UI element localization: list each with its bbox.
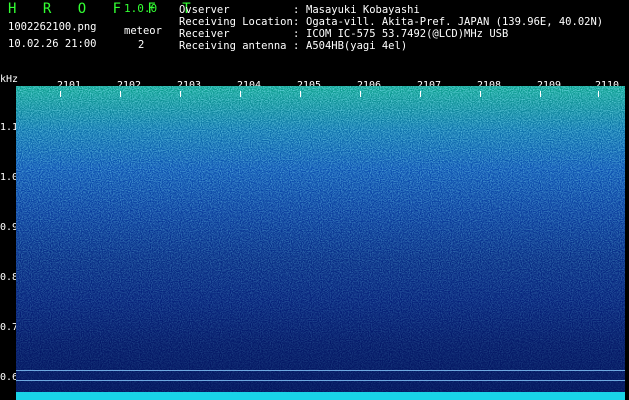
x-tick-mark — [480, 91, 481, 97]
x-tick-mark — [540, 91, 541, 97]
row-label: Receiver — [179, 28, 230, 40]
datetime: 10.02.26 21:00 — [8, 38, 97, 50]
spectrogram-noise — [16, 86, 625, 400]
x-tick-mark — [420, 91, 421, 97]
file-name: 1002262100.png — [8, 21, 97, 33]
spectrogram — [16, 86, 625, 400]
row-sep: : — [293, 40, 300, 52]
x-tick-mark — [598, 91, 599, 97]
x-tick-mark — [360, 91, 361, 97]
app-name: H R O F F T — [8, 1, 200, 17]
x-tick-mark — [240, 91, 241, 97]
location-value: Ogata-vill. Akita-Pref. JAPAN (139.96E, … — [306, 16, 604, 28]
row-label: Receiving antenna — [179, 40, 287, 52]
antenna-value: A504HB(yagi 4el) — [306, 40, 408, 52]
row-sep: : — [293, 4, 300, 16]
x-tick-mark — [300, 91, 301, 97]
x-tick-mark — [60, 91, 61, 97]
app-version: 1.0.0 — [124, 2, 158, 15]
header-panel: H R O F F T 1.0.0 1002262100.png 10.02.2… — [0, 0, 629, 78]
row-sep: : — [293, 16, 300, 28]
row-label: Ovserver — [179, 4, 230, 16]
x-tick-mark — [120, 91, 121, 97]
marker-line — [16, 380, 625, 381]
row-label: Receiving Location — [179, 16, 293, 28]
receiver-value: ICOM IC-575 53.7492(@LCD)MHz USB — [306, 28, 509, 40]
x-tick-mark — [180, 91, 181, 97]
meteor-count: 2 — [138, 39, 145, 51]
baseline-band — [16, 392, 625, 400]
y-axis: 1.1 1.0 0.9 0.8 0.7 0.6 — [0, 78, 18, 400]
meteor-label: meteor — [124, 25, 162, 37]
row-sep: : — [293, 28, 300, 40]
marker-line — [16, 370, 625, 371]
observer-value: Masayuki Kobayashi — [306, 4, 420, 16]
